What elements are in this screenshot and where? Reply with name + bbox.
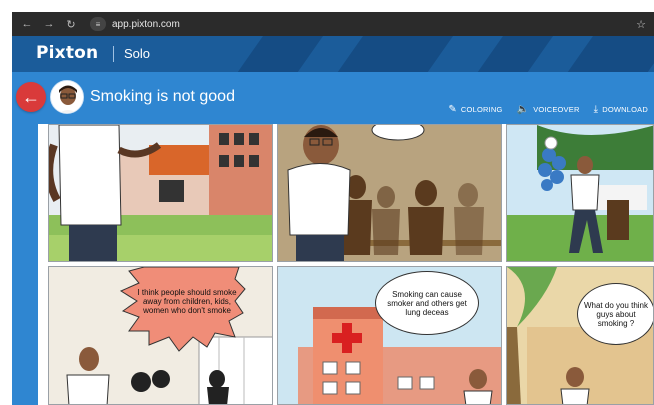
coloring-label: COLORING	[460, 105, 503, 114]
download-button[interactable]: ⤓ DOWNLOAD	[594, 104, 648, 115]
back-icon[interactable]: ←	[20, 17, 34, 31]
header-decoration	[220, 36, 324, 72]
comic-panel-2[interactable]	[277, 124, 502, 262]
forward-icon[interactable]: →	[42, 17, 56, 31]
left-rail	[12, 124, 38, 405]
story-title[interactable]: Smoking is not good	[90, 88, 235, 106]
download-icon: ⤓	[593, 104, 599, 115]
comic-panel-3[interactable]	[506, 124, 654, 262]
site-settings-icon[interactable]: ≡	[90, 17, 106, 31]
coloring-button[interactable]: ✎ COLORING	[448, 104, 502, 115]
address-bar[interactable]: ≡ app.pixton.com	[90, 15, 180, 33]
comic-panel-5[interactable]: Smoking can cause smoker and others get …	[277, 266, 502, 405]
voiceover-label: VOICEOVER	[533, 105, 580, 114]
header-decoration	[320, 36, 454, 72]
reload-icon[interactable]: ↻	[64, 17, 78, 31]
header-decoration	[550, 36, 654, 72]
comic-panel-4[interactable]: I think people should smoke away from ch…	[48, 266, 273, 405]
tool-buttons: ✎ COLORING 🔈 VOICEOVER ⤓ DOWNLOAD	[448, 104, 648, 115]
logo-divider	[113, 46, 114, 62]
download-label: DOWNLOAD	[602, 105, 648, 114]
speech-bubble-panel-4: I think people should smoke away from ch…	[137, 287, 237, 315]
avatar[interactable]	[50, 80, 84, 114]
voiceover-button[interactable]: 🔈 VOICEOVER	[517, 104, 580, 115]
speaker-icon: 🔈	[516, 104, 530, 115]
comic-panel-1[interactable]	[48, 124, 273, 262]
speech-bubble-panel-5: Smoking can cause smoker and others get …	[375, 271, 479, 335]
bookmark-star-icon[interactable]: ☆	[636, 18, 646, 31]
story-title-bar: ← Smoking is not good ✎ COLORING 🔈 VOICE…	[12, 72, 654, 124]
comic-panel-6[interactable]: What do you think guys about smoking ?	[506, 266, 654, 405]
mode-label: Solo	[124, 46, 151, 61]
url-text: app.pixton.com	[112, 18, 180, 30]
back-button[interactable]: ←	[16, 82, 46, 112]
speech-bubble-panel-6: What do you think guys about smoking ?	[577, 283, 653, 345]
pixton-logo[interactable]: Pixton	[36, 43, 98, 63]
app-header: Pixton Solo	[12, 36, 654, 72]
header-decoration	[460, 36, 554, 72]
browser-toolbar: ← → ↻ ≡ app.pixton.com ☆	[12, 12, 654, 36]
paint-brush-icon: ✎	[448, 104, 457, 115]
